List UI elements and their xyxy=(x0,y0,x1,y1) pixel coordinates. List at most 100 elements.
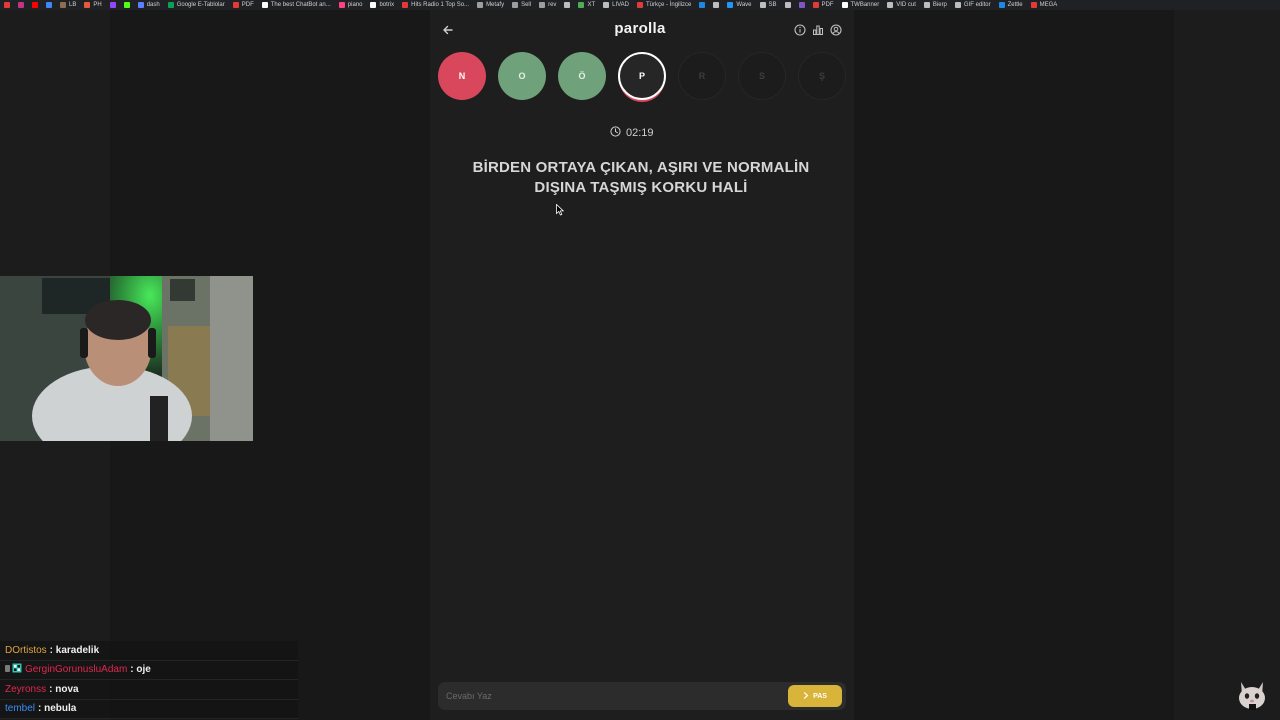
stats-icon[interactable] xyxy=(811,23,824,36)
bookmark-favicon-icon xyxy=(784,2,791,8)
bookmark-item[interactable]: Türkçe - İngilizce xyxy=(637,2,691,8)
bookmark-item[interactable]: XT xyxy=(578,2,595,8)
bookmark-favicon-icon xyxy=(1030,2,1037,8)
chat-username: GerginGorunusluAdam xyxy=(25,664,128,676)
bookmark-label: rev xyxy=(548,2,557,8)
bookmark-favicon-icon xyxy=(370,2,377,8)
bookmark-item[interactable] xyxy=(123,2,130,8)
bookmark-item[interactable]: Bierp xyxy=(923,2,947,8)
letter-circle: Ş xyxy=(798,52,846,100)
bookmark-favicon-icon xyxy=(338,2,345,8)
bookmark-label: PDF xyxy=(821,2,834,8)
bookmark-item[interactable]: Wave xyxy=(727,2,752,8)
bookmark-item[interactable]: The best ChatBot an... xyxy=(261,2,331,8)
bookmark-item[interactable] xyxy=(46,2,52,8)
bookmark-favicon-icon xyxy=(998,2,1005,8)
bookmark-favicon-icon xyxy=(32,2,38,8)
bookmark-favicon-icon xyxy=(798,2,805,8)
bookmark-label: The best ChatBot an... xyxy=(270,2,331,8)
bookmark-favicon-icon xyxy=(123,2,130,8)
bookmark-item[interactable]: PDF xyxy=(232,2,254,8)
bookmark-label: Google E-Tablolar xyxy=(176,2,225,8)
bookmark-favicon-icon xyxy=(18,2,24,8)
bookmark-item[interactable] xyxy=(18,2,24,8)
letter-circle: S xyxy=(738,52,786,100)
bookmark-label: PDF xyxy=(241,2,254,8)
subscriber-badge-icon xyxy=(12,663,22,676)
clock-icon xyxy=(610,126,621,140)
bookmark-item[interactable] xyxy=(4,2,10,8)
bookmark-item[interactable]: Metafy xyxy=(477,2,504,8)
bookmark-favicon-icon xyxy=(954,2,961,8)
bookmark-favicon-icon xyxy=(923,2,930,8)
timer-value: 02:19 xyxy=(626,127,654,139)
bookmark-label: Sell xyxy=(521,2,532,8)
chat-username: tembel xyxy=(5,703,36,715)
bookmark-favicon-icon xyxy=(109,2,116,8)
chat-message: DOrtistos : karadelik xyxy=(0,641,298,661)
bookmark-item[interactable]: SB xyxy=(759,2,777,8)
bookmark-item[interactable] xyxy=(564,2,571,8)
pass-button[interactable]: PAS xyxy=(788,685,842,707)
bookmark-item[interactable] xyxy=(32,2,38,8)
bookmark-favicon-icon xyxy=(637,2,644,8)
bookmark-item[interactable]: Google E-Tablolar xyxy=(167,2,225,8)
chat-text: nova xyxy=(55,683,79,695)
bookmark-label: dash xyxy=(146,2,160,8)
answer-bar: PAS xyxy=(438,682,846,710)
bookmark-item[interactable]: rev xyxy=(539,2,556,8)
bookmark-item[interactable]: MEGA xyxy=(1030,2,1057,8)
bookmark-label: Wave xyxy=(736,2,752,8)
answer-input[interactable] xyxy=(446,691,788,701)
bookmark-item[interactable]: Hits Radio 1 Top So... xyxy=(402,2,469,8)
bookmark-item[interactable] xyxy=(798,2,805,8)
letter-circle: R xyxy=(678,52,726,100)
info-icon[interactable] xyxy=(793,23,806,36)
letter-circle: P xyxy=(618,52,666,100)
bookmark-favicon-icon xyxy=(167,2,174,8)
bookmark-favicon-icon xyxy=(578,2,585,8)
bookmark-item[interactable]: botrix xyxy=(370,2,394,8)
bookmark-favicon-icon xyxy=(60,2,66,8)
letter-char: Ö xyxy=(578,71,586,81)
bookmark-label: PH xyxy=(93,2,102,8)
bookmark-label: Zettle xyxy=(1007,2,1023,8)
bookmark-label: Bierp xyxy=(932,2,947,8)
app-logo: parolla xyxy=(614,20,666,37)
profile-icon[interactable] xyxy=(829,23,842,36)
bookmark-item[interactable]: piano xyxy=(338,2,363,8)
bookmark-label: XT xyxy=(587,2,596,8)
bookmark-item[interactable]: dash xyxy=(137,2,160,8)
letter-char: N xyxy=(458,71,466,81)
bookmark-item[interactable]: PH xyxy=(84,2,102,8)
bookmark-item[interactable]: PDF xyxy=(812,2,834,8)
bookmark-favicon-icon xyxy=(564,2,571,8)
mouse-cursor-icon xyxy=(556,203,565,221)
chat-message: Zeyronss : nova xyxy=(0,680,298,700)
bookmark-favicon-icon xyxy=(512,2,519,8)
bookmark-item[interactable] xyxy=(713,2,720,8)
webcam-feed xyxy=(0,276,253,441)
back-arrow-icon[interactable] xyxy=(440,22,456,38)
bookmark-favicon-icon xyxy=(477,2,484,8)
stream-chat: DOrtistos : karadelik GerginGorunusluAda… xyxy=(0,641,298,719)
bookmark-favicon-icon xyxy=(232,2,239,8)
timer: 02:19 xyxy=(610,126,654,140)
bookmark-item[interactable] xyxy=(109,2,116,8)
bookmark-label: piano xyxy=(347,2,363,8)
bookmark-item[interactable]: VID cut xyxy=(887,2,916,8)
letter-char: P xyxy=(638,71,645,81)
bookmark-item[interactable]: Sell xyxy=(512,2,531,8)
bookmark-item[interactable] xyxy=(784,2,791,8)
bookmark-item[interactable]: GIF editor xyxy=(954,2,991,8)
bookmark-item[interactable]: LIVAD xyxy=(603,2,629,8)
bookmark-item[interactable]: Zettle xyxy=(998,2,1023,8)
bookmark-favicon-icon xyxy=(402,2,409,8)
bookmark-item[interactable]: LB xyxy=(60,2,76,8)
bookmark-item[interactable]: TWBanner xyxy=(841,2,879,8)
bookmark-favicon-icon xyxy=(759,2,766,8)
pass-label: PAS xyxy=(813,692,827,700)
bookmark-favicon-icon xyxy=(84,2,91,8)
bookmark-label: Hits Radio 1 Top So... xyxy=(411,2,470,8)
bookmark-item[interactable] xyxy=(699,2,706,8)
